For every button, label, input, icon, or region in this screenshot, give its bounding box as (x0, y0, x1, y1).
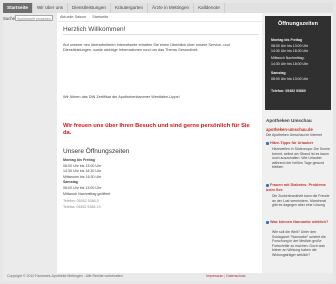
box-line: 14:30 Uhr bis 18:00 Uhr (271, 62, 309, 66)
news-item-title[interactable]: Was können Nanoarbe wirklich? (266, 220, 332, 225)
hours-line: Mittwoch Nachmittag geöffnet (63, 191, 111, 196)
search-row: Suchen... Suchbegriff eingeben (3, 15, 53, 21)
footer-links: Impressum | Datenschutz (206, 274, 246, 278)
nav-item-startseite[interactable]: Startseite (3, 3, 33, 13)
bullet-icon (266, 220, 269, 224)
footer: Copyright © 2010 Fachwerk-Apotheke Metti… (3, 273, 333, 281)
news-item-text: Wie soll die Welt? Unter den Schlagwort … (272, 230, 326, 257)
news-item-title[interactable]: Hitze-Tipps für Urlauber (266, 141, 332, 146)
main-content: Aktuelle Saison Startseite Herzlich Will… (57, 13, 262, 273)
opening-hours-box: Öffnungszeiten Montag bis Freitag 08:00 … (265, 16, 331, 110)
page: Startseite Wir über uns Dienstleistungen… (0, 0, 336, 284)
box-line: 08:00 Uhr bis 13:00 Uhr (271, 77, 309, 81)
impressum-link[interactable]: Impressum (206, 274, 223, 278)
box-phone: Telefon: 05452 93860 (271, 89, 306, 93)
intro-text: Auf unserer neu überarbeiteten Internets… (63, 43, 230, 52)
datenschutz-link[interactable]: Datenschutz (226, 274, 245, 278)
page-title: Herzlich Willkommen! (63, 26, 126, 33)
nav-item-wir-ueber-uns[interactable]: Wir über uns (33, 3, 68, 13)
welcome-highlight: Wir freuen uns über Ihren Besuch und sin… (63, 123, 250, 136)
nav-item-aerzte[interactable]: Ärzte in Mettingen (148, 3, 195, 13)
news-subtitle: Die Apotheken Umschau im Internet (266, 133, 323, 137)
opening-hours-list: Montag bis Freitag 08:00 Uhr bis 13:00 U… (63, 158, 110, 210)
opening-hours-heading: Unsere Öffnungszeiten (63, 148, 130, 155)
nav-item-kalldenote[interactable]: Kalldenote (194, 3, 225, 13)
news-item-title[interactable]: Frauen mit Diabetes: Probleme beim Sex (266, 183, 332, 192)
bullet-icon (266, 183, 269, 187)
subnav-item-startseite[interactable]: Startseite (92, 15, 108, 19)
news-link[interactable]: apotheken-umschau.de (266, 127, 313, 132)
telefax: Telefax: 05452 9386-19 (63, 204, 101, 209)
news-item-text: Die Zuckerkrankheit kann die Freude an d… (272, 194, 330, 208)
news-heading: Apotheken Umschau (266, 118, 312, 123)
top-navigation: Startseite Wir über uns Dienstleistungen… (3, 3, 333, 13)
search-input[interactable]: Suchbegriff eingeben (15, 15, 53, 21)
box-line: Samstag (271, 71, 286, 75)
box-line: 14:30 Uhr bis 18:30 Uhr (271, 49, 309, 53)
copyright-text: Copyright © 2010 Fachwerk-Apotheke Metti… (7, 274, 123, 278)
left-sidebar (3, 13, 57, 273)
opening-hours-box-title: Öffnungszeiten (277, 21, 319, 27)
nav-item-kraeutergarten[interactable]: Kräutergarten (111, 3, 149, 13)
title-divider (63, 34, 259, 35)
certificate-text: Wir führen das DIN Zertifikat der Apothe… (63, 95, 180, 99)
search-label: Suchen... (3, 15, 22, 21)
box-line: Montag bis Freitag (271, 38, 303, 42)
box-line: 08:00 Uhr bis 13:00 Uhr (271, 44, 309, 48)
news-item-text: Hitzewellen in Südeuropa: Die Sonne bren… (272, 147, 330, 170)
nav-item-dienstleistungen[interactable]: Dienstleistungen (68, 3, 111, 13)
subnav-item-saison[interactable]: Aktuelle Saison (60, 15, 86, 19)
sub-navigation: Aktuelle Saison Startseite (57, 13, 262, 22)
box-line: Mittwoch Nachmittag: (271, 56, 305, 60)
bullet-icon (266, 141, 269, 145)
